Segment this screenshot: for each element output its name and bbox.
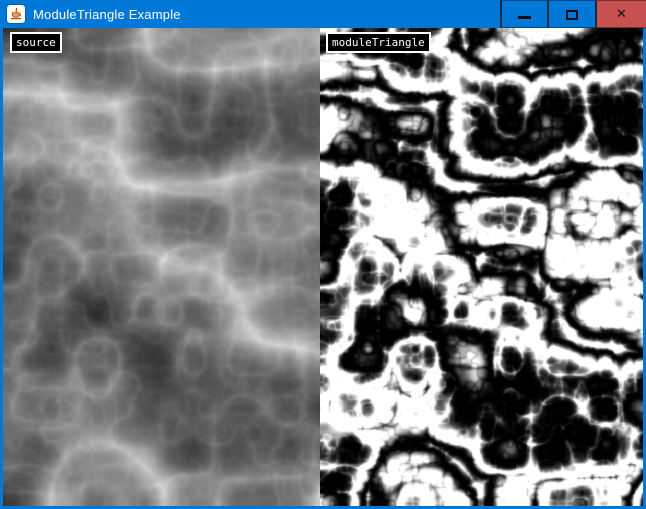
moduletriangle-noise-image	[320, 28, 643, 506]
close-icon: ✕	[616, 8, 627, 21]
window-controls: ✕	[500, 0, 646, 28]
source-label: source	[10, 32, 62, 53]
java-coffee-icon	[7, 5, 25, 23]
moduletriangle-label: moduleTriangle	[326, 32, 431, 53]
maximize-icon	[566, 10, 578, 20]
window: ModuleTriangle Example ✕ source moduleTr…	[0, 0, 646, 509]
content-area: source moduleTriangle	[3, 28, 643, 506]
titlebar[interactable]: ModuleTriangle Example ✕	[0, 0, 646, 28]
minimize-button[interactable]	[500, 0, 547, 28]
minimize-icon	[518, 16, 531, 19]
maximize-button[interactable]	[547, 0, 595, 28]
panel-source: source	[3, 28, 320, 506]
source-noise-image	[3, 28, 320, 506]
close-button[interactable]: ✕	[595, 0, 646, 28]
panel-moduletriangle: moduleTriangle	[320, 28, 643, 506]
window-title: ModuleTriangle Example	[33, 7, 181, 22]
